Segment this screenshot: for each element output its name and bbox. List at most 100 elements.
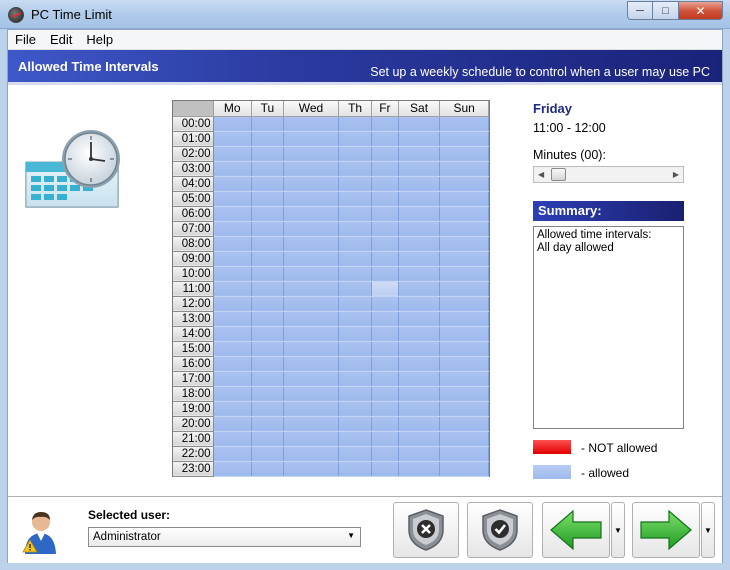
schedule-cell[interactable] — [251, 416, 284, 432]
schedule-cell[interactable] — [338, 326, 372, 342]
schedule-cell[interactable] — [251, 311, 284, 327]
schedule-cell[interactable] — [398, 266, 441, 282]
hour-label[interactable]: 06:00 — [173, 206, 214, 222]
schedule-cell[interactable] — [283, 221, 340, 237]
schedule-cell[interactable] — [251, 386, 284, 402]
schedule-cell[interactable] — [251, 446, 284, 462]
schedule-cell[interactable] — [213, 446, 252, 462]
schedule-cell[interactable] — [398, 281, 441, 297]
schedule-cell[interactable] — [283, 311, 340, 327]
schedule-cell[interactable] — [439, 401, 489, 417]
schedule-cell[interactable] — [398, 131, 441, 147]
schedule-cell[interactable] — [398, 416, 441, 432]
schedule-cell[interactable] — [398, 191, 441, 207]
schedule-cell[interactable] — [398, 401, 441, 417]
schedule-cell[interactable] — [251, 221, 284, 237]
schedule-cell[interactable] — [283, 446, 340, 462]
schedule-cell[interactable] — [439, 371, 489, 387]
hour-label[interactable]: 10:00 — [173, 266, 214, 282]
schedule-cell[interactable] — [398, 251, 441, 267]
hour-label[interactable]: 00:00 — [173, 116, 214, 132]
schedule-cell[interactable] — [283, 161, 340, 177]
schedule-cell[interactable] — [439, 386, 489, 402]
minutes-slider[interactable]: ◀ ▶ — [533, 166, 684, 183]
hour-label[interactable]: 02:00 — [173, 146, 214, 162]
schedule-cell[interactable] — [251, 116, 284, 132]
slider-right-arrow-icon[interactable]: ▶ — [673, 170, 679, 179]
schedule-cell[interactable] — [338, 116, 372, 132]
hour-label[interactable]: 13:00 — [173, 311, 214, 327]
schedule-cell[interactable] — [251, 266, 284, 282]
previous-dropdown-button[interactable]: ▼ — [611, 502, 625, 558]
next-dropdown-button[interactable]: ▼ — [701, 502, 715, 558]
schedule-cell[interactable] — [398, 176, 441, 192]
schedule-cell[interactable] — [251, 356, 284, 372]
schedule-cell[interactable] — [338, 266, 372, 282]
schedule-cell[interactable] — [283, 326, 340, 342]
schedule-cell[interactable] — [213, 371, 252, 387]
schedule-cell[interactable] — [338, 341, 372, 357]
hour-label[interactable]: 18:00 — [173, 386, 214, 402]
schedule-cell[interactable] — [213, 191, 252, 207]
menu-edit[interactable]: Edit — [43, 32, 79, 47]
schedule-cell[interactable] — [213, 386, 252, 402]
schedule-cell[interactable] — [213, 341, 252, 357]
slider-left-arrow-icon[interactable]: ◀ — [538, 170, 544, 179]
hour-label[interactable]: 01:00 — [173, 131, 214, 147]
day-header-fr[interactable]: Fr — [371, 101, 399, 117]
schedule-cell[interactable] — [439, 341, 489, 357]
schedule-cell[interactable] — [371, 326, 399, 342]
schedule-cell[interactable] — [251, 401, 284, 417]
schedule-cell[interactable] — [371, 296, 399, 312]
schedule-cell[interactable] — [371, 116, 399, 132]
schedule-cell[interactable] — [283, 251, 340, 267]
allow-button[interactable] — [467, 502, 533, 558]
schedule-cell[interactable] — [371, 371, 399, 387]
schedule-cell[interactable] — [398, 371, 441, 387]
schedule-cell[interactable] — [213, 251, 252, 267]
hour-label[interactable]: 19:00 — [173, 401, 214, 417]
hour-label[interactable]: 16:00 — [173, 356, 214, 372]
schedule-cell[interactable] — [398, 446, 441, 462]
schedule-cell[interactable] — [371, 311, 399, 327]
schedule-cell[interactable] — [251, 431, 284, 447]
schedule-cell[interactable] — [213, 356, 252, 372]
schedule-cell[interactable] — [371, 401, 399, 417]
schedule-cell[interactable] — [251, 341, 284, 357]
schedule-cell[interactable] — [338, 236, 372, 252]
schedule-cell[interactable] — [283, 191, 340, 207]
schedule-cell[interactable] — [439, 251, 489, 267]
menu-file[interactable]: File — [8, 32, 43, 47]
day-header-mo[interactable]: Mo — [213, 101, 252, 117]
deny-button[interactable] — [393, 502, 459, 558]
schedule-cell[interactable] — [213, 221, 252, 237]
schedule-cell[interactable] — [251, 206, 284, 222]
schedule-cell[interactable] — [338, 461, 372, 477]
schedule-cell[interactable] — [371, 236, 399, 252]
schedule-cell[interactable] — [338, 401, 372, 417]
schedule-cell[interactable] — [283, 296, 340, 312]
schedule-cell[interactable] — [251, 296, 284, 312]
schedule-cell[interactable] — [213, 296, 252, 312]
schedule-cell[interactable] — [283, 146, 340, 162]
schedule-cell[interactable] — [251, 326, 284, 342]
schedule-cell[interactable] — [338, 386, 372, 402]
schedule-cell[interactable] — [439, 176, 489, 192]
day-header-tu[interactable]: Tu — [251, 101, 284, 117]
hour-label[interactable]: 15:00 — [173, 341, 214, 357]
schedule-cell[interactable] — [283, 116, 340, 132]
schedule-cell[interactable] — [439, 446, 489, 462]
schedule-cell[interactable] — [371, 146, 399, 162]
schedule-cell[interactable] — [213, 236, 252, 252]
schedule-cell[interactable] — [398, 206, 441, 222]
schedule-cell[interactable] — [398, 461, 441, 477]
schedule-cell[interactable] — [371, 191, 399, 207]
schedule-cell[interactable] — [283, 206, 340, 222]
schedule-cell[interactable] — [283, 266, 340, 282]
schedule-cell[interactable] — [213, 431, 252, 447]
hour-label[interactable]: 11:00 — [173, 281, 214, 297]
hour-label[interactable]: 07:00 — [173, 221, 214, 237]
schedule-cell[interactable] — [439, 416, 489, 432]
schedule-cell[interactable] — [439, 296, 489, 312]
schedule-cell[interactable] — [439, 431, 489, 447]
